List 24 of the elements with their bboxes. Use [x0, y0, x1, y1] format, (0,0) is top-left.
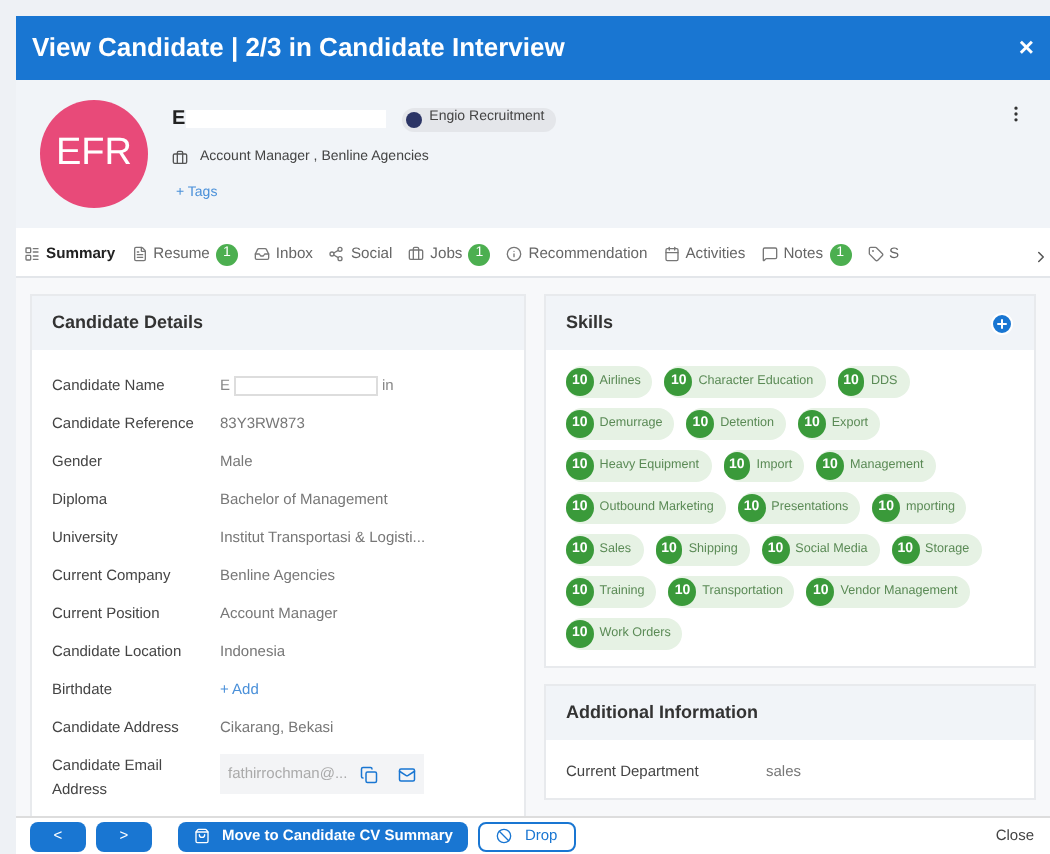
share-icon: [328, 246, 345, 262]
mail-icon[interactable]: [397, 765, 416, 783]
card-title: Skills: [566, 309, 614, 336]
card-title: Candidate Details: [52, 309, 204, 336]
speech-bubble-icon: [761, 246, 778, 262]
info-icon: [506, 246, 523, 262]
scroll-right-icon[interactable]: [1032, 247, 1050, 265]
bag-icon: [194, 828, 210, 844]
briefcase-icon: [408, 246, 425, 262]
ban-icon: [496, 828, 513, 844]
avatar: EFR: [40, 100, 148, 208]
tag-icon: [867, 246, 884, 262]
add-icon[interactable]: [990, 311, 1014, 335]
inbox-icon: [253, 246, 270, 262]
company-icon: [405, 111, 422, 127]
copy-icon[interactable]: [359, 765, 378, 783]
list-icon: [24, 246, 40, 262]
close-button[interactable]: ×: [1018, 28, 1034, 68]
card-title: Additional Information: [566, 699, 758, 726]
window-title: View Candidate | 2/3 in Candidate Interview: [32, 30, 565, 67]
briefcase-icon: [172, 150, 188, 167]
document-icon: [131, 246, 148, 262]
candidate-name: E: [172, 106, 186, 134]
calendar-icon: [663, 246, 680, 262]
